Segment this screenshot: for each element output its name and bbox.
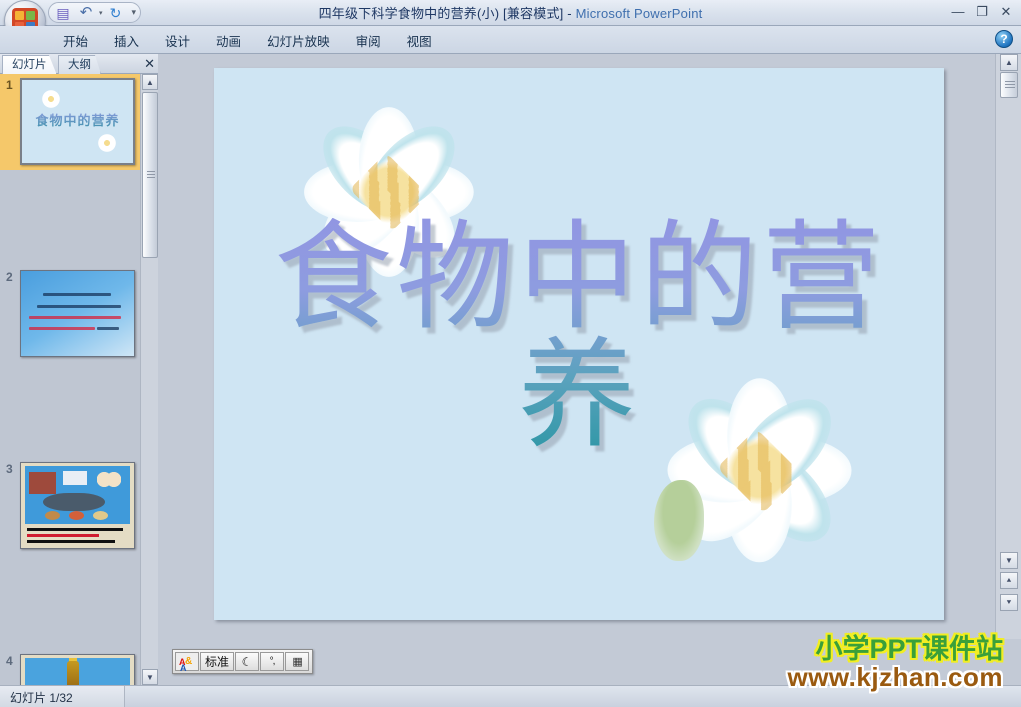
slide-thumbnail-4[interactable]: 4 bbox=[0, 650, 140, 685]
slide-number-1: 1 bbox=[6, 78, 13, 92]
tab-slides[interactable]: 幻灯片 bbox=[2, 55, 57, 74]
slide-title-text[interactable]: 食物中的营养 bbox=[214, 218, 944, 454]
undo-dropdown-icon[interactable]: ▾ bbox=[99, 9, 103, 17]
redo-icon[interactable]: ↻ bbox=[106, 4, 126, 21]
status-bar: 幻灯片 1/32 bbox=[0, 685, 1021, 707]
window-controls: — ❐ ✕ bbox=[947, 2, 1017, 20]
minimize-button[interactable]: — bbox=[947, 2, 969, 20]
title-bar: 四年级下科学食物中的营养(小) [兼容模式] - Microsoft Power… bbox=[0, 0, 1021, 26]
tab-animations[interactable]: 动画 bbox=[203, 27, 254, 54]
ime-moon-icon[interactable]: ☾ bbox=[235, 652, 260, 671]
ribbon-tabs: 开始 插入 设计 动画 幻灯片放映 审阅 视图 bbox=[50, 26, 445, 54]
next-slide-button[interactable]: ⯆ bbox=[1000, 594, 1018, 611]
slide-number-3: 3 bbox=[6, 462, 13, 476]
scroll-grip-icon bbox=[147, 171, 155, 179]
restore-button[interactable]: ❐ bbox=[971, 2, 993, 20]
undo-icon[interactable]: ↶ bbox=[76, 4, 96, 21]
slide-thumbnail-3[interactable]: 3 bbox=[0, 458, 140, 554]
slide-thumbnail-image-1: 食物中的营养 bbox=[20, 78, 135, 165]
window-title: 四年级下科学食物中的营养(小) [兼容模式] - Microsoft Power… bbox=[0, 3, 1021, 22]
slides-pane-scrollbar[interactable]: ▲ ▼ bbox=[140, 74, 158, 685]
slide-thumbnail-image-3 bbox=[20, 462, 135, 549]
slides-pane-tabs: 幻灯片 大纲 ✕ bbox=[0, 54, 160, 74]
slide-number-4: 4 bbox=[6, 654, 13, 668]
slide-number-2: 2 bbox=[6, 270, 13, 284]
tab-insert[interactable]: 插入 bbox=[101, 27, 152, 54]
current-slide[interactable]: 食物中的营养 bbox=[214, 68, 944, 620]
save-icon[interactable]: ▤ bbox=[53, 4, 73, 21]
ime-language-bar[interactable]: A & A 标准 ☾ °, ▦ bbox=[172, 649, 314, 674]
scroll-grip-icon bbox=[1005, 81, 1015, 89]
slide-thumbnail-image-2 bbox=[20, 270, 135, 357]
slide-thumbnail-list[interactable]: 1 食物中的营养 2 3 4 bbox=[0, 74, 140, 685]
slide-thumbnail-2[interactable]: 2 bbox=[0, 266, 140, 362]
help-icon[interactable]: ? bbox=[995, 30, 1013, 48]
tab-review[interactable]: 审阅 bbox=[343, 27, 394, 54]
tab-slideshow[interactable]: 幻灯片放映 bbox=[254, 27, 343, 54]
slide-area-scrollbar[interactable]: ▲ ▼ ⯅ ⯆ bbox=[995, 54, 1021, 639]
tab-outline[interactable]: 大纲 bbox=[58, 55, 101, 74]
flower-icon bbox=[96, 132, 118, 154]
slide-area-scroll-thumb[interactable] bbox=[1000, 72, 1018, 98]
customize-qat-icon[interactable]: ▾ bbox=[132, 7, 137, 18]
leaf-icon bbox=[654, 479, 704, 562]
quick-access-toolbar: ▤ ↶ ▾ ↻ ▾ bbox=[48, 2, 142, 23]
slide-editing-area[interactable]: 食物中的营养 bbox=[162, 54, 995, 639]
ime-punctuation-icon[interactable]: °, bbox=[260, 652, 285, 671]
close-button[interactable]: ✕ bbox=[995, 2, 1017, 20]
close-pane-icon[interactable]: ✕ bbox=[144, 56, 155, 72]
tab-view[interactable]: 视图 bbox=[394, 27, 445, 54]
flower-icon bbox=[40, 88, 62, 110]
slides-pane: 幻灯片 大纲 ✕ 1 食物中的营养 2 3 4 ▲ ▼ bbox=[0, 54, 160, 685]
scroll-up-icon[interactable]: ▲ bbox=[142, 74, 158, 90]
window-title-app: Microsoft PowerPoint bbox=[575, 6, 703, 21]
previous-slide-button[interactable]: ⯅ bbox=[1000, 572, 1018, 589]
slide-counter: 幻灯片 1/32 bbox=[0, 686, 125, 707]
ime-logo-icon[interactable]: A & A bbox=[175, 652, 199, 673]
ime-mode-button[interactable]: 标准 bbox=[200, 652, 235, 671]
slide-thumbnail-1[interactable]: 1 食物中的营养 bbox=[0, 74, 140, 170]
slides-pane-scroll-thumb[interactable] bbox=[142, 92, 158, 258]
tab-design[interactable]: 设计 bbox=[152, 27, 203, 54]
powerpoint-window: 四年级下科学食物中的营养(小) [兼容模式] - Microsoft Power… bbox=[0, 0, 1021, 707]
ribbon-tab-bar: 开始 插入 设计 动画 幻灯片放映 审阅 视图 ? bbox=[0, 26, 1021, 54]
tab-home[interactable]: 开始 bbox=[50, 27, 101, 54]
slide-thumbnail-title-1: 食物中的营养 bbox=[22, 110, 133, 129]
ime-keyboard-icon[interactable]: ▦ bbox=[285, 652, 310, 671]
scroll-up-icon[interactable]: ▲ bbox=[1000, 54, 1018, 71]
scroll-down-icon[interactable]: ▼ bbox=[1000, 552, 1018, 569]
slide-thumbnail-image-4 bbox=[20, 654, 135, 685]
scroll-down-icon[interactable]: ▼ bbox=[142, 669, 158, 685]
window-title-document: 四年级下科学食物中的营养(小) [兼容模式] - bbox=[318, 6, 576, 21]
